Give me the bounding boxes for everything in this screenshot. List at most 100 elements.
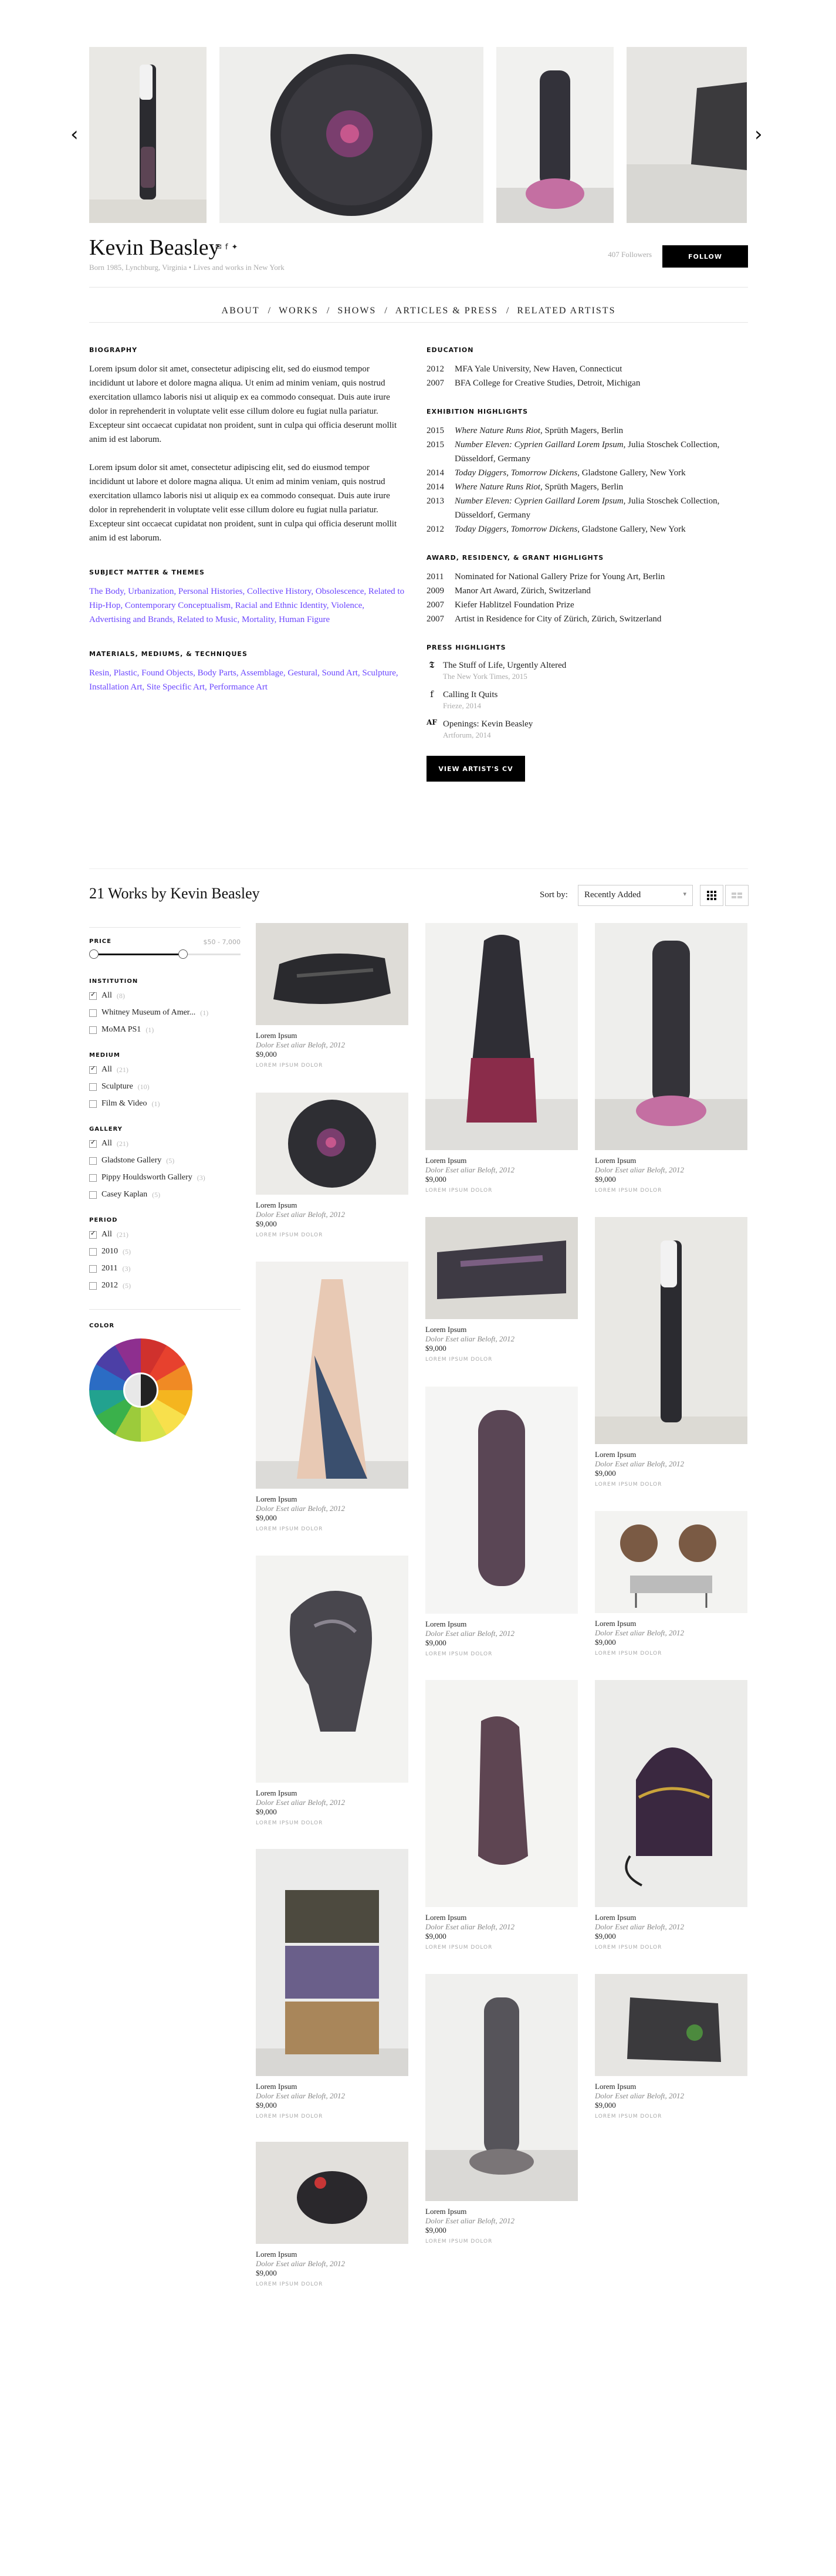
artwork-image[interactable] [595,1217,747,1444]
artwork-card[interactable]: Lorem Ipsum Dolor Eset aliar Beloft, 201… [425,923,578,1194]
artwork-image[interactable] [256,2142,408,2244]
artwork-image[interactable] [595,1974,747,2076]
nav-articles-press[interactable]: ARTICLES & PRESS [395,306,498,316]
artwork-image[interactable] [256,923,408,1025]
artwork-price: $9,000 [595,1638,616,1647]
artwork-card[interactable]: Lorem Ipsum Dolor Eset aliar Beloft, 201… [256,1556,408,1826]
checkbox[interactable] [89,1282,97,1290]
view-cv-button[interactable]: VIEW ARTIST'S CV [427,756,525,782]
artwork-image[interactable] [425,1387,578,1614]
carousel-slide[interactable] [219,47,483,223]
filter-option[interactable]: 2012 (5) [89,1280,241,1292]
sort-select[interactable]: Recently Added ▾ [578,885,693,906]
filter-option[interactable]: All (21) [89,1064,241,1076]
press-item[interactable]: f Calling It Quits Frieze, 2014 [427,689,748,711]
materials-links[interactable]: Resin, Plastic, Found Objects, Body Part… [89,666,406,694]
filter-option[interactable]: 2011 (3) [89,1263,241,1275]
nav-works[interactable]: WORKS [279,306,319,316]
carousel-slide[interactable] [89,47,207,223]
checkbox[interactable] [89,1248,97,1256]
checkbox[interactable] [89,1083,97,1091]
artwork-image[interactable] [425,1680,578,1907]
checkbox[interactable] [89,1265,97,1273]
grid-view-button[interactable] [700,885,723,906]
artwork-card[interactable]: Lorem Ipsum Dolor Eset aliar Beloft, 201… [256,1849,408,2119]
checkbox[interactable] [89,1026,97,1034]
press-item[interactable]: 𝕿 The Stuff of Life, Urgently Altered The… [427,660,748,682]
artwork-card[interactable]: Lorem Ipsum Dolor Eset aliar Beloft, 201… [256,2142,408,2287]
nav-related-artists[interactable]: RELATED ARTISTS [517,306,615,316]
checkbox[interactable] [89,1138,97,1148]
checkbox[interactable] [89,990,97,1000]
carousel-prev-arrow-icon[interactable]: ‹ [70,124,79,144]
sort-value: Recently Added [584,890,641,900]
artwork-image[interactable] [256,1849,408,2076]
price-slider-min-handle[interactable] [89,949,99,959]
subjects-links[interactable]: The Body, Urbanization, Personal Histori… [89,584,406,627]
color-wheel[interactable] [89,1338,192,1442]
artwork-card[interactable]: Lorem Ipsum Dolor Eset aliar Beloft, 201… [425,1680,578,1950]
artwork-image[interactable] [425,1217,578,1319]
color-wheel-center[interactable] [123,1372,158,1408]
carousel-slide[interactable] [627,47,747,223]
filter-option[interactable]: Whitney Museum of Amer... (1) [89,1007,241,1019]
artwork-card[interactable]: Lorem Ipsum Dolor Eset aliar Beloft, 201… [256,1093,408,1238]
artwork-image[interactable] [256,1556,408,1783]
artwork-meta: LOREM IPSUM DOLOR [256,1820,323,1826]
checkbox[interactable] [89,1009,97,1017]
facebook-icon[interactable]: f [225,243,228,252]
artwork-image[interactable] [425,923,578,1150]
filter-option[interactable]: All (8) [89,990,241,1002]
artwork-card[interactable]: Lorem Ipsum Dolor Eset aliar Beloft, 201… [425,1974,578,2244]
artwork-image[interactable] [256,1093,408,1195]
checkbox[interactable] [89,1174,97,1182]
biography-heading: BIOGRAPHY [89,346,138,354]
carousel-next-arrow-icon[interactable]: › [754,124,763,144]
exhibition-text: Where Nature Runs Riot, Sprüth Magers, B… [455,480,748,494]
artwork-image[interactable] [425,1974,578,2201]
nav-about[interactable]: ABOUT [222,306,260,316]
checkbox[interactable] [89,1229,97,1239]
checkbox[interactable] [89,1064,97,1074]
artwork-image[interactable] [256,1262,408,1489]
filter-option[interactable]: All (21) [89,1138,241,1150]
press-item[interactable]: AF Openings: Kevin Beasley Artforum, 2014 [427,718,748,741]
filter-option[interactable]: Sculpture (10) [89,1081,241,1093]
artwork-card[interactable]: Lorem Ipsum Dolor Eset aliar Beloft, 201… [256,1262,408,1532]
email-icon[interactable]: ✉ [215,243,222,252]
artwork-image[interactable] [595,1511,747,1613]
filter-option[interactable]: Gladstone Gallery (5) [89,1155,241,1167]
follow-button[interactable]: FOLLOW [662,245,748,268]
artwork-meta: LOREM IPSUM DOLOR [425,1651,493,1657]
price-slider-max-handle[interactable] [178,949,188,959]
artwork-subtitle: Dolor Eset aliar Beloft, 2012 [425,1922,515,1931]
nav-separator: / [384,305,387,316]
checkbox[interactable] [89,1191,97,1199]
artwork-image[interactable] [595,923,747,1150]
filter-option[interactable]: MoMA PS1 (1) [89,1024,241,1036]
artwork-image[interactable] [595,1680,747,1907]
checkbox[interactable] [89,1157,97,1165]
artwork-card[interactable]: Lorem Ipsum Dolor Eset aliar Beloft, 201… [425,1217,578,1363]
filter-option-label: All [101,991,112,1000]
artwork-card[interactable]: Lorem Ipsum Dolor Eset aliar Beloft, 201… [425,1387,578,1657]
artwork-card[interactable]: Lorem Ipsum Dolor Eset aliar Beloft, 201… [595,1217,747,1488]
artwork-card[interactable]: Lorem Ipsum Dolor Eset aliar Beloft, 201… [595,1511,747,1657]
artwork-card[interactable]: Lorem Ipsum Dolor Eset aliar Beloft, 201… [595,1974,747,2119]
artwork-card[interactable]: Lorem Ipsum Dolor Eset aliar Beloft, 201… [256,923,408,1069]
checkbox[interactable] [89,1100,97,1108]
filter-option[interactable]: Casey Kaplan (5) [89,1189,241,1201]
nav-shows[interactable]: SHOWS [337,306,376,316]
twitter-icon[interactable]: ✦ [231,243,238,252]
filter-option[interactable]: All (21) [89,1229,241,1240]
filter-option[interactable]: 2010 (5) [89,1246,241,1257]
institution-filter: INSTITUTION All (8) Whitney Museum of Ame… [89,978,241,1036]
artwork-card[interactable]: Lorem Ipsum Dolor Eset aliar Beloft, 201… [595,923,747,1194]
filter-option-label: 2010 [101,1247,118,1256]
artwork-price: $9,000 [256,1219,277,1228]
carousel-slide[interactable] [496,47,614,223]
filter-option[interactable]: Film & Video (1) [89,1098,241,1110]
filter-option[interactable]: Pippy Houldsworth Gallery (3) [89,1172,241,1184]
artwork-card[interactable]: Lorem Ipsum Dolor Eset aliar Beloft, 201… [595,1680,747,1950]
list-view-button[interactable] [725,885,749,906]
